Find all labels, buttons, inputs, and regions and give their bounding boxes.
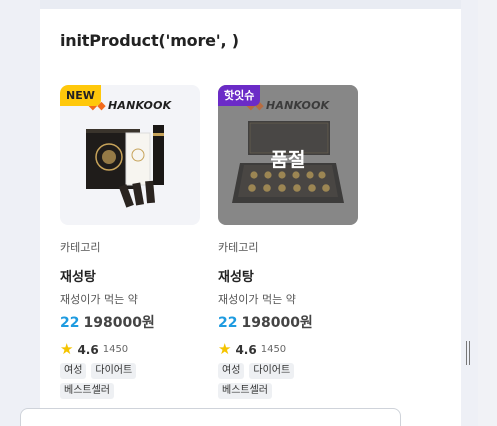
product-thumbnail[interactable]: ◆◆HANKOOK NEW [60, 85, 200, 225]
tag[interactable]: 베스트셀러 [60, 383, 114, 399]
product-description: 재성이가 먹는 약 [60, 293, 138, 306]
tag[interactable]: 다이어트 [91, 363, 137, 379]
product-price: 198000원 [83, 315, 155, 331]
tag[interactable]: 여성 [60, 363, 87, 379]
product-description: 재성이가 먹는 약 [218, 293, 296, 306]
product-category: 카테고리 [218, 241, 259, 254]
discount-rate: 22 [218, 315, 238, 331]
product-thumbnail[interactable]: ◆◆HANKOOK 품절 핫잇슈 [218, 85, 358, 225]
tag-list: 여성 다이어트 베스트셀러 [60, 363, 170, 399]
price-row: 22 198000원 [60, 312, 200, 332]
discount-rate: 22 [60, 315, 80, 331]
tag[interactable]: 여성 [218, 363, 245, 379]
product-image [86, 125, 164, 208]
rating-row: ★ 4.6 1450 [218, 342, 358, 357]
rating-row: ★ 4.6 1450 [60, 342, 200, 357]
tag-list: 여성 다이어트 베스트셀러 [218, 363, 328, 399]
product-section: initProduct('more', ) ◆◆HANKOOK [40, 9, 461, 426]
product-price: 198000원 [241, 315, 313, 331]
new-badge: NEW [60, 85, 101, 106]
review-count: 1450 [260, 344, 287, 355]
hot-issue-badge: 핫잇슈 [218, 85, 261, 106]
price-row: 22 198000원 [218, 312, 358, 332]
star-icon: ★ [60, 340, 74, 358]
review-count: 1450 [102, 344, 129, 355]
tag[interactable]: 베스트셀러 [218, 383, 272, 399]
product-card[interactable]: ◆◆HANKOOK 품절 핫잇슈 카테고리 재성탕 재 [218, 85, 358, 399]
product-category: 카테고리 [60, 241, 101, 254]
star-icon: ★ [218, 340, 232, 358]
product-name[interactable]: 재성탕 [218, 266, 358, 285]
product-card[interactable]: ◆◆HANKOOK NEW 카테고리 재성탕 [60, 85, 200, 399]
scrollbar[interactable] [478, 0, 497, 426]
more-button[interactable] [20, 408, 401, 426]
rating-value: 4.6 [235, 342, 257, 357]
soldout-label: 품절 [270, 149, 306, 171]
rating-value: 4.6 [77, 342, 99, 357]
product-name[interactable]: 재성탕 [60, 266, 200, 285]
top-strip [40, 0, 461, 9]
resize-handle-icon[interactable] [466, 341, 472, 365]
section-title: initProduct('more', ) [60, 31, 239, 50]
tag[interactable]: 다이어트 [249, 363, 295, 379]
